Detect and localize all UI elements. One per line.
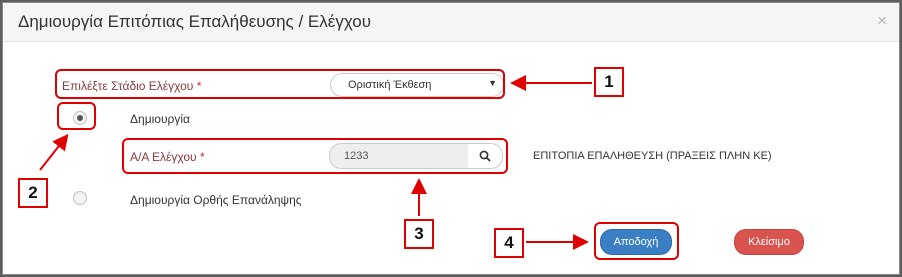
arrow-2 [39, 133, 69, 171]
annotation-arrows [39, 75, 592, 250]
